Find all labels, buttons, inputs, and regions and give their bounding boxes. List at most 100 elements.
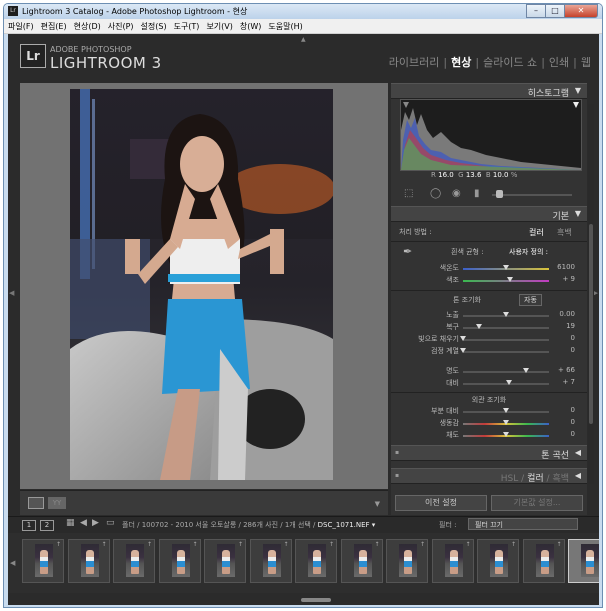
filmstrip-thumbnail[interactable]: ↑ bbox=[113, 539, 155, 583]
temp-value[interactable]: 6100 bbox=[553, 263, 575, 271]
left-panel-toggle-icon[interactable]: ◀ bbox=[9, 289, 14, 297]
filmstrip-thumbnail[interactable]: ↑ bbox=[568, 539, 599, 583]
top-panel-toggle-icon[interactable]: ▲ bbox=[301, 36, 306, 43]
filmstrip-thumbnail[interactable]: ↑ bbox=[522, 539, 565, 583]
panel-switch-icon[interactable]: ▪ bbox=[395, 449, 399, 456]
brush-slider[interactable] bbox=[492, 194, 572, 196]
brightness-knob[interactable] bbox=[522, 368, 529, 373]
fill-slider[interactable] bbox=[463, 339, 549, 341]
treatment-color[interactable]: 컬러 bbox=[529, 227, 544, 238]
back-arrow-icon[interactable]: ◀ bbox=[80, 518, 87, 528]
blacks-slider[interactable] bbox=[463, 351, 549, 353]
reset-button[interactable]: 기본값 설정... bbox=[491, 495, 583, 511]
clarity-knob[interactable] bbox=[503, 408, 509, 413]
fill-value[interactable]: 0 bbox=[553, 334, 575, 342]
graduated-filter-icon[interactable]: ▮ bbox=[474, 189, 486, 199]
histogram-header[interactable]: 히스토그램 ▼ bbox=[391, 83, 587, 99]
close-button[interactable]: ✕ bbox=[564, 4, 598, 18]
filmstrip-thumbnail[interactable]: ↑ bbox=[340, 539, 383, 583]
loupe-view-icon[interactable] bbox=[28, 497, 44, 509]
hsl-tab[interactable]: HSL bbox=[501, 474, 519, 484]
contrast-knob[interactable] bbox=[505, 380, 512, 385]
spot-removal-icon[interactable]: ◯ bbox=[430, 189, 442, 199]
filmstrip-scroll-thumb[interactable] bbox=[301, 598, 331, 602]
contrast-value[interactable]: + 7 bbox=[553, 378, 575, 386]
filmstrip-thumbnail[interactable]: ↑ bbox=[295, 539, 337, 583]
tint-slider[interactable] bbox=[463, 280, 549, 282]
filmstrip-thumbnail[interactable]: ↑ bbox=[22, 539, 64, 583]
basic-header[interactable]: 기본 ▼ bbox=[391, 206, 587, 222]
brightness-value[interactable]: + 66 bbox=[553, 366, 575, 374]
module-slideshow[interactable]: 슬라이드 쇼 bbox=[483, 54, 537, 70]
fill-knob[interactable] bbox=[460, 336, 466, 341]
toolbar-menu-icon[interactable]: ▼ bbox=[375, 500, 380, 508]
hsl-header[interactable]: ▪ HSL / 컬러 / 흑백 ◀ bbox=[391, 468, 587, 484]
temp-knob[interactable] bbox=[503, 265, 509, 270]
panel-switch-icon[interactable]: ▪ bbox=[395, 472, 399, 479]
filter-select[interactable]: 필터 끄기 bbox=[468, 518, 578, 530]
collapse-icon[interactable]: ▼ bbox=[575, 209, 581, 218]
filmstrip-thumbnail[interactable]: ↑ bbox=[386, 539, 428, 583]
histogram[interactable] bbox=[400, 99, 582, 171]
brightness-slider[interactable] bbox=[463, 371, 549, 373]
menu-develop[interactable]: 현상(D) bbox=[74, 21, 101, 32]
module-library[interactable]: 라이브러리 bbox=[389, 54, 440, 70]
menu-photo[interactable]: 사진(P) bbox=[108, 21, 134, 32]
tint-value[interactable]: + 9 bbox=[553, 275, 575, 283]
clarity-value[interactable]: 0 bbox=[553, 406, 575, 414]
menu-tools[interactable]: 도구(T) bbox=[174, 21, 200, 32]
menu-settings[interactable]: 설정(S) bbox=[141, 21, 167, 32]
monitor-1-button[interactable]: 1 bbox=[22, 520, 36, 531]
filmstrip-thumbnail[interactable]: ↑ bbox=[249, 539, 292, 583]
filmstrip-thumbnail[interactable]: ↑ bbox=[67, 539, 110, 583]
crop-icon[interactable]: ⬚ bbox=[404, 189, 416, 199]
vibrance-knob[interactable] bbox=[503, 420, 509, 425]
blacks-value[interactable]: 0 bbox=[553, 346, 575, 354]
treatment-bw[interactable]: 흑백 bbox=[557, 227, 572, 238]
panel-scrollbar[interactable] bbox=[588, 104, 594, 484]
redeye-icon[interactable]: ◉ bbox=[452, 189, 464, 199]
blacks-knob[interactable] bbox=[460, 348, 466, 353]
eyedropper-icon[interactable]: ✒ bbox=[403, 245, 412, 258]
image-viewer[interactable] bbox=[20, 83, 388, 489]
recovery-knob[interactable] bbox=[476, 324, 483, 329]
expand-icon[interactable]: ◀ bbox=[575, 448, 581, 457]
menu-window[interactable]: 창(W) bbox=[240, 21, 262, 32]
filmstrip-thumbnail[interactable]: ↑ bbox=[431, 539, 474, 583]
maximize-button[interactable]: □ bbox=[545, 4, 564, 18]
minimize-button[interactable]: – bbox=[526, 4, 545, 18]
menu-file[interactable]: 파일(F) bbox=[8, 21, 34, 32]
filmstrip-thumbnail[interactable]: ↑ bbox=[204, 539, 246, 583]
filmstrip-thumbnail[interactable]: ↑ bbox=[477, 539, 519, 583]
filmstrip-scrollbar[interactable] bbox=[8, 596, 599, 605]
saturation-knob[interactable] bbox=[503, 432, 509, 437]
breadcrumb-filename[interactable]: DSC_1071.NEF ▾ bbox=[318, 521, 376, 529]
recovery-value[interactable]: 19 bbox=[553, 322, 575, 330]
expand-icon[interactable]: ◀ bbox=[575, 471, 581, 480]
before-after-icon[interactable]: YY bbox=[48, 497, 66, 509]
tint-knob[interactable] bbox=[507, 277, 514, 282]
vibrance-value[interactable]: 0 bbox=[553, 418, 575, 426]
collapse-icon[interactable]: ▼ bbox=[575, 86, 581, 95]
brush-slider-knob[interactable] bbox=[496, 190, 503, 198]
wb-value[interactable]: 사용자 정의 : bbox=[509, 247, 548, 257]
bw-tab[interactable]: 흑백 bbox=[552, 474, 569, 484]
filmstrip-left-icon[interactable]: ◀ bbox=[10, 559, 15, 567]
tone-curve-header[interactable]: ▪ 톤 곡선 ◀ bbox=[391, 445, 587, 461]
grid-icon[interactable]: ▦ bbox=[66, 518, 75, 528]
source-icon[interactable]: ▭ bbox=[106, 518, 115, 528]
monitor-2-button[interactable]: 2 bbox=[40, 520, 54, 531]
filmstrip-thumbnail[interactable]: ↑ bbox=[158, 539, 201, 583]
menu-edit[interactable]: 편집(E) bbox=[41, 21, 67, 32]
module-develop[interactable]: 현상 bbox=[451, 54, 471, 70]
breadcrumb[interactable]: 폴더 / 100702 - 2010 서울 오토살롱 / 286개 사진 / 1… bbox=[122, 520, 375, 530]
exposure-knob[interactable] bbox=[503, 312, 509, 317]
color-tab[interactable]: 컬러 bbox=[527, 474, 544, 484]
scrollbar-thumb[interactable] bbox=[589, 224, 593, 424]
menu-help[interactable]: 도움말(H) bbox=[268, 21, 302, 32]
module-web[interactable]: 웹 bbox=[581, 54, 591, 70]
auto-tone-button[interactable]: 자동 bbox=[519, 294, 542, 306]
module-print[interactable]: 인쇄 bbox=[549, 54, 569, 70]
exposure-value[interactable]: 0.00 bbox=[553, 310, 575, 318]
menu-view[interactable]: 보기(V) bbox=[206, 21, 232, 32]
